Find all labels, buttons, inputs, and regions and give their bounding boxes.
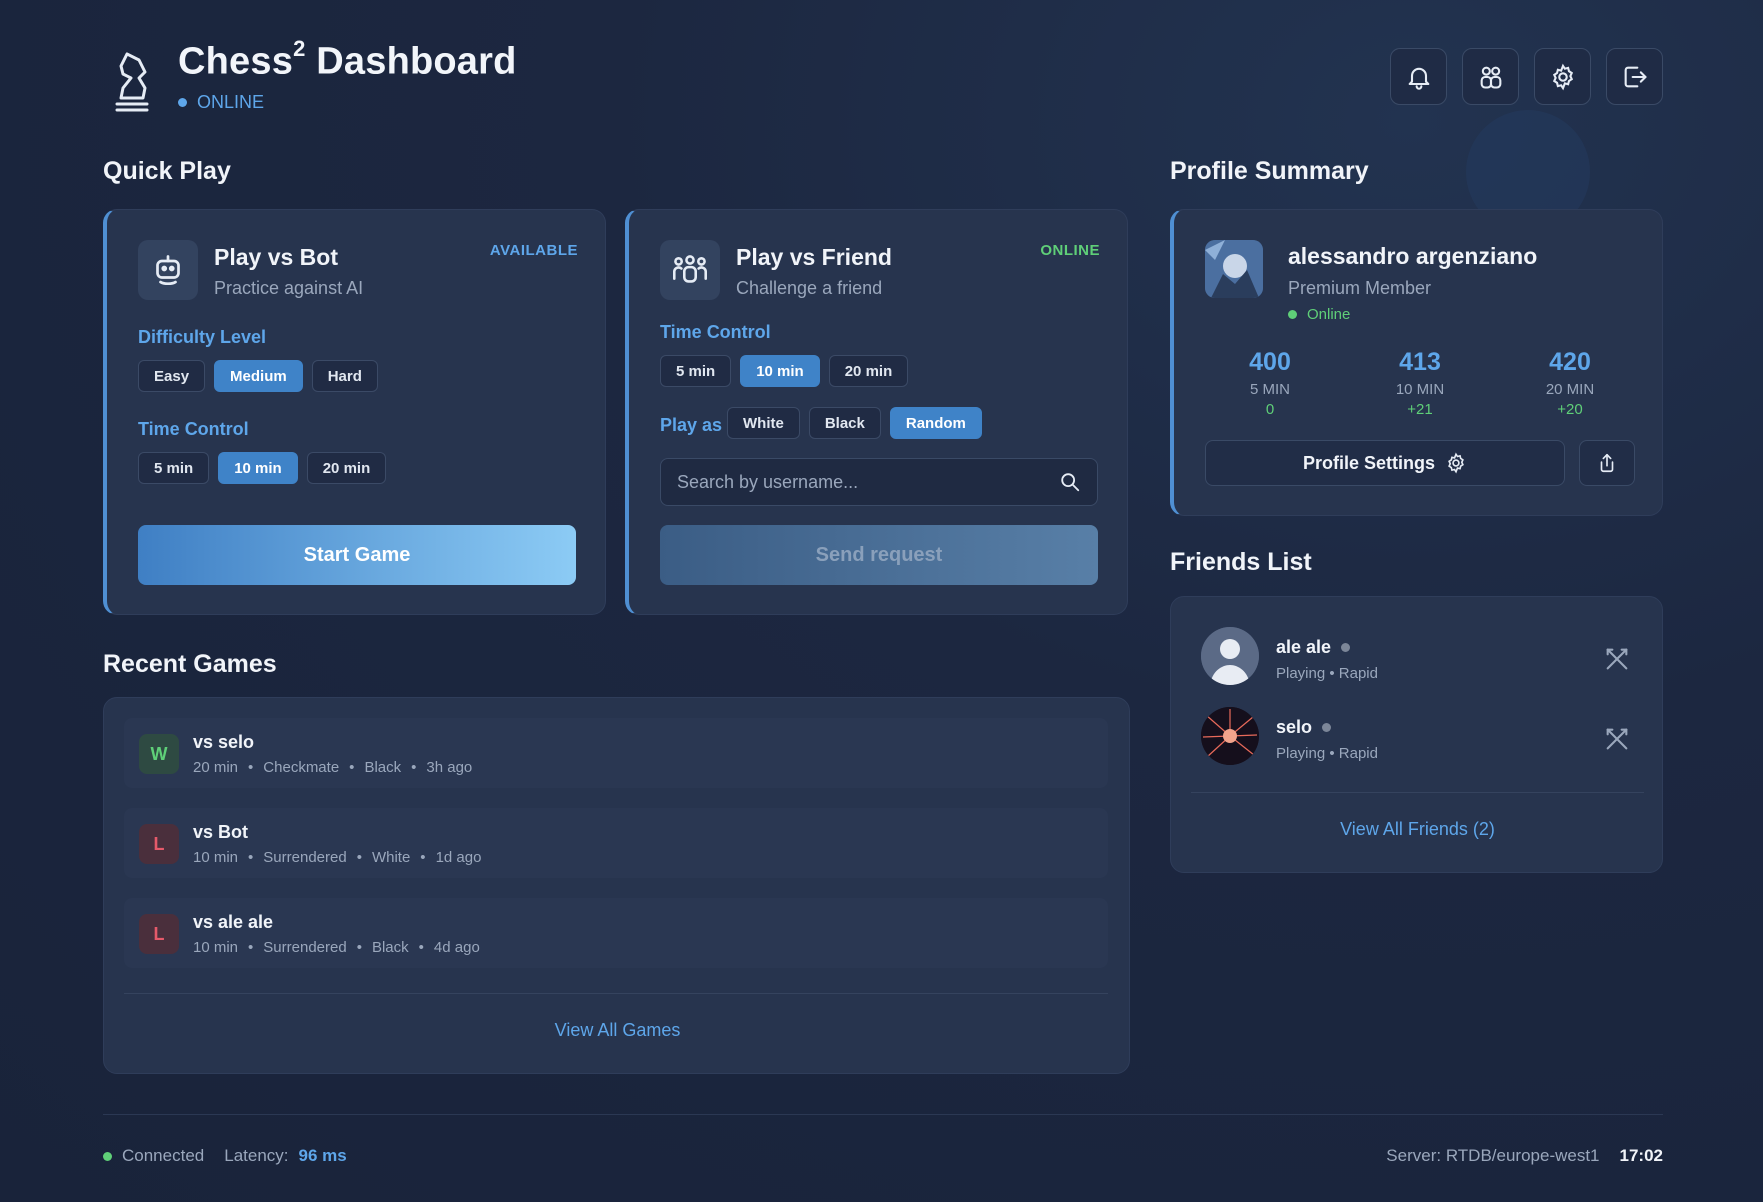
friend-status: Playing • Rapid <box>1276 745 1378 762</box>
game-row[interactable]: W vs selo 20 min • Checkmate • Black • 3h a… <box>124 718 1108 788</box>
friends-list-title: Friends List <box>1170 548 1312 576</box>
game-opponent: vs selo <box>193 732 255 752</box>
robot-icon <box>138 240 198 300</box>
game-meta: 10 min • Surrendered • Black • 4d ago <box>193 939 480 956</box>
notifications-button[interactable] <box>1390 48 1447 105</box>
bot-time-control-label: Time Control <box>138 419 249 439</box>
friend-avatar <box>1201 707 1259 765</box>
latency-label: Latency: <box>224 1146 289 1165</box>
play-vs-bot-card: Play vs Bot Practice against AI AVAILABL… <box>103 209 606 615</box>
profile-settings-button[interactable]: Profile Settings <box>1205 440 1565 486</box>
friend-time-10-option[interactable]: 10 min <box>740 355 820 387</box>
friend-time-control-label: Time Control <box>660 322 771 342</box>
settings-button[interactable] <box>1534 48 1591 105</box>
gear-icon <box>1552 63 1573 90</box>
friend-search-box <box>660 458 1098 506</box>
presence-dot <box>1341 643 1351 652</box>
profile-membership: Premium Member <box>1288 278 1432 298</box>
rating-5-min: 400 5 MIN 0 <box>1249 348 1291 418</box>
friend-search-input[interactable] <box>677 471 1059 493</box>
bell-icon <box>1408 67 1429 90</box>
profile-status: Online <box>1288 306 1350 323</box>
knight-logo-icon <box>103 48 161 114</box>
quick-play-title: Quick Play <box>103 157 231 185</box>
bot-card-subtitle: Practice against AI <box>214 278 364 298</box>
search-icon[interactable] <box>1059 471 1081 493</box>
clock: 17:02 <box>1619 1146 1663 1165</box>
gear-icon <box>1448 452 1464 474</box>
server-info: Server: RTDB/europe-west1 <box>1386 1146 1600 1165</box>
bot-time-10-option[interactable]: 10 min <box>218 452 298 484</box>
footer: Connected Latency: 96 ms Server: RTDB/eu… <box>103 1146 1663 1170</box>
friends-button[interactable] <box>1462 48 1519 105</box>
friend-card-subtitle: Challenge a friend <box>736 278 883 298</box>
play-as-random-option[interactable]: Random <box>889 407 982 439</box>
presence-dot <box>1322 723 1332 732</box>
play-as-white-option[interactable]: White <box>727 407 800 439</box>
connection-status: ONLINE <box>178 92 264 113</box>
game-opponent: vs ale ale <box>193 912 274 932</box>
friend-time-5-option[interactable]: 5 min <box>660 355 732 387</box>
result-badge-loss: L <box>139 914 179 954</box>
friend-avatar <box>1201 627 1259 685</box>
difficulty-medium-option[interactable]: Medium <box>214 360 303 392</box>
friends-card: ale ale Playing • Rapid selo Playing • R… <box>1170 596 1663 873</box>
available-badge: AVAILABLE <box>489 242 578 259</box>
friend-item[interactable]: selo Playing • Rapid <box>1201 707 1631 769</box>
result-badge-win: W <box>139 734 179 774</box>
difficulty-easy-option[interactable]: Easy <box>138 360 206 392</box>
view-all-games-link[interactable]: View All Games <box>104 1020 1131 1041</box>
status-dot <box>178 98 187 107</box>
latency-value: 96 ms <box>298 1146 347 1165</box>
play-as-black-option[interactable]: Black <box>808 407 881 439</box>
recent-games-title: Recent Games <box>103 650 277 678</box>
challenge-icon[interactable] <box>1603 725 1631 753</box>
group-icon <box>660 240 720 300</box>
game-row[interactable]: L vs ale ale 10 min • Surrendered • Black •… <box>124 898 1108 968</box>
share-icon <box>1600 453 1614 473</box>
difficulty-hard-option[interactable]: Hard <box>311 360 378 392</box>
rating-20-min: 420 20 MIN +20 <box>1545 348 1595 418</box>
friend-card-title: Play vs Friend <box>736 244 892 270</box>
friend-time-20-option[interactable]: 20 min <box>828 355 909 387</box>
connection-status-text: Connected <box>122 1146 205 1165</box>
profile-card: alessandro argenziano Premium Member Onl… <box>1170 209 1663 516</box>
difficulty-label: Difficulty Level <box>138 327 267 347</box>
bot-time-5-option[interactable]: 5 min <box>138 452 210 484</box>
divider <box>124 993 1108 994</box>
profile-avatar <box>1205 240 1263 298</box>
page-title: Chess2 Dashboard <box>178 36 517 83</box>
game-meta: 10 min • Surrendered • White • 1d ago <box>193 849 482 866</box>
profile-name: alessandro argenziano <box>1288 243 1538 269</box>
view-all-friends-link[interactable]: View All Friends (2) <box>1171 819 1664 840</box>
bot-time-20-option[interactable]: 20 min <box>306 452 387 484</box>
play-as-label: Play as <box>660 415 723 435</box>
connection-dot <box>103 1151 112 1161</box>
friend-name: ale ale <box>1276 637 1332 657</box>
send-request-button[interactable]: Send request <box>660 525 1098 585</box>
start-game-button[interactable]: Start Game <box>138 525 576 585</box>
divider <box>1191 792 1644 793</box>
friend-status: Playing • Rapid <box>1276 665 1378 682</box>
game-row[interactable]: L vs Bot 10 min • Surrendered • White • 1d … <box>124 808 1108 878</box>
profile-summary-title: Profile Summary <box>1170 157 1369 185</box>
share-button[interactable] <box>1579 440 1635 486</box>
header: Chess2 Dashboard ONLINE <box>103 36 1663 116</box>
logout-icon <box>1624 66 1647 87</box>
logout-button[interactable] <box>1606 48 1663 105</box>
friend-name: selo <box>1276 717 1313 737</box>
friend-item[interactable]: ale ale Playing • Rapid <box>1201 627 1631 689</box>
result-badge-loss: L <box>139 824 179 864</box>
online-badge: ONLINE <box>1040 242 1100 259</box>
game-opponent: vs Bot <box>193 822 249 842</box>
rating-10-min: 413 10 MIN +21 <box>1395 348 1445 418</box>
friends-icon <box>1480 66 1501 89</box>
footer-divider <box>103 1114 1663 1115</box>
game-meta: 20 min • Checkmate • Black • 3h ago <box>193 759 473 776</box>
recent-games-card: W vs selo 20 min • Checkmate • Black • 3h a… <box>103 697 1130 1074</box>
play-vs-friend-card: Play vs Friend Challenge a friend ONLINE… <box>625 209 1128 615</box>
challenge-icon[interactable] <box>1603 645 1631 673</box>
bot-card-title: Play vs Bot <box>214 244 338 270</box>
